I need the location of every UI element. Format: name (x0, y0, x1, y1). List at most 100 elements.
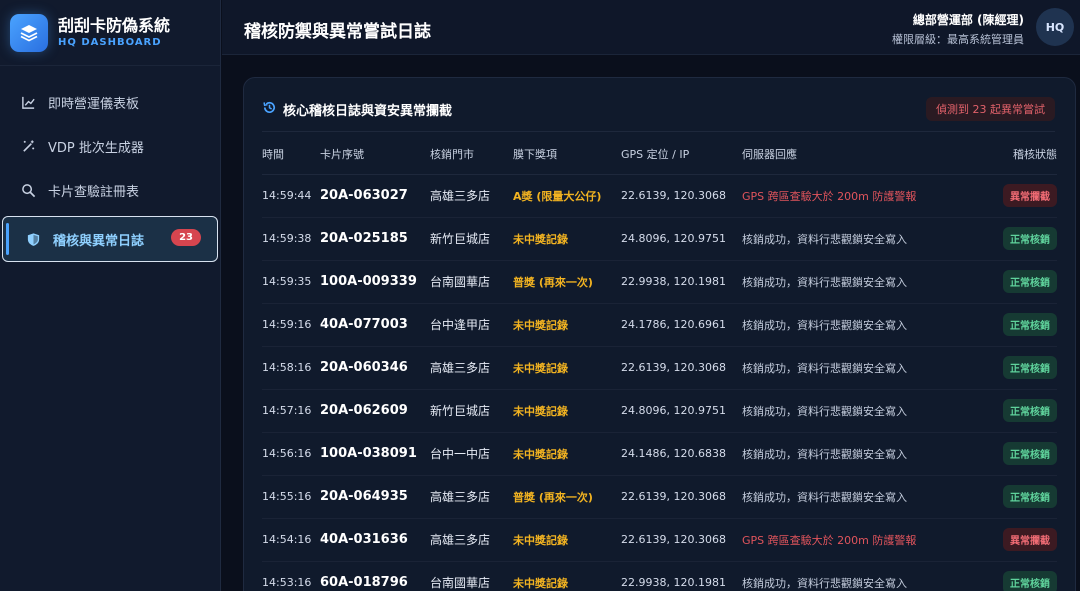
table-row[interactable]: 14:56:16 100A-038091 台中一中店 未中獎記錄 24.1486, 12… (262, 432, 1057, 476)
layers-icon (10, 13, 48, 52)
cell-serial: 40A-077003 (320, 303, 430, 347)
table-row[interactable]: 14:54:16 40A-031636 高雄三多店 未中獎記錄 22.6139, 120… (262, 518, 1057, 562)
table-row[interactable]: 14:58:16 20A-060346 高雄三多店 未中獎記錄 22.6139, 120… (262, 346, 1057, 390)
cell-time: 14:59:38 (262, 217, 320, 261)
column-header-serial[interactable]: 卡片序號 (320, 134, 430, 175)
cell-gps: 22.6139, 120.3068 (621, 518, 742, 562)
cell-store: 高雄三多店 (430, 518, 513, 562)
sidebar-nav: 即時營運儀表板 VDP 批次生成器 卡片查驗註冊表 稽核與異常日誌 23 (0, 66, 220, 262)
sidebar: 刮刮卡防偽系統 HQ DASHBOARD 即時營運儀表板 VDP 批次生成器 卡… (0, 0, 221, 591)
cell-gps: 24.1786, 120.6961 (621, 303, 742, 347)
cell-status: 正常核銷 (964, 260, 1057, 304)
table-row[interactable]: 14:55:16 20A-064935 高雄三多店 普獎 (再來一次) 22.6139,… (262, 475, 1057, 519)
sidebar-item-label: VDP 批次生成器 (48, 140, 144, 156)
table-row[interactable]: 14:59:16 40A-077003 台中逢甲店 未中獎記錄 24.1786, 120… (262, 303, 1057, 347)
table-row[interactable]: 14:53:16 60A-018796 台南國華店 未中獎記錄 22.9938, 120… (262, 561, 1057, 591)
cell-status: 異常攔截 (964, 174, 1057, 218)
page-title: 稽核防禦與異常嘗試日誌 (244, 22, 431, 42)
status-badge: 正常核銷 (1003, 313, 1057, 336)
column-header-store[interactable]: 核銷門市 (430, 134, 513, 175)
cell-prize: 普獎 (再來一次) (513, 475, 621, 519)
top-bar: 稽核防禦與異常嘗試日誌 總部營運部 (陳經理) 權限層級：最高系統管理員 HQ (222, 0, 1080, 55)
column-header-status[interactable]: 稽核狀態 (964, 134, 1057, 175)
cell-store: 高雄三多店 (430, 346, 513, 390)
cell-prize: 未中獎記錄 (513, 217, 621, 261)
cell-time: 14:59:35 (262, 260, 320, 304)
cell-prize: 未中獎記錄 (513, 346, 621, 390)
chart-line-icon (20, 94, 36, 110)
cell-time: 14:59:16 (262, 303, 320, 347)
cell-response: 核銷成功，資料行悲觀鎖安全寫入 (742, 303, 964, 347)
divider (262, 131, 1055, 132)
table-row[interactable]: 14:59:38 20A-025185 新竹巨城店 未中獎記錄 24.8096, 120… (262, 217, 1057, 261)
user-name: 總部營運部 (陳經理) (912, 13, 1024, 27)
cell-status: 正常核銷 (964, 389, 1057, 433)
column-header-gps[interactable]: GPS 定位 / IP (621, 134, 742, 175)
brand-subtitle: HQ DASHBOARD (58, 37, 162, 48)
anomaly-count-badge: 23 (171, 229, 201, 246)
cell-status: 正常核銷 (964, 561, 1057, 591)
column-header-response[interactable]: 伺服器回應 (742, 134, 964, 175)
cell-prize: 普獎 (再來一次) (513, 260, 621, 304)
brand-title: 刮刮卡防偽系統 (58, 16, 171, 35)
history-icon (262, 100, 277, 119)
cell-store: 高雄三多店 (430, 475, 513, 519)
cell-prize: 未中獎記錄 (513, 432, 621, 476)
cell-gps: 24.8096, 120.9751 (621, 389, 742, 433)
cell-gps: 22.9938, 120.1981 (621, 561, 742, 591)
table-row[interactable]: 14:57:16 20A-062609 新竹巨城店 未中獎記錄 24.8096, 120… (262, 389, 1057, 433)
cell-serial: 20A-062609 (320, 389, 430, 433)
user-info: 總部營運部 (陳經理) 權限層級：最高系統管理員 (892, 11, 1024, 47)
status-badge: 異常攔截 (1003, 184, 1057, 207)
cell-response: GPS 跨區查驗大於 200m 防護警報 (742, 174, 964, 218)
cell-serial: 100A-038091 (320, 432, 430, 476)
cell-gps: 22.6139, 120.3068 (621, 174, 742, 218)
cell-status: 正常核銷 (964, 303, 1057, 347)
cell-response: 核銷成功，資料行悲觀鎖安全寫入 (742, 561, 964, 591)
cell-prize: A獎 (限量大公仔) (513, 174, 621, 218)
cell-status: 正常核銷 (964, 432, 1057, 476)
cell-time: 14:54:16 (262, 518, 320, 562)
cell-store: 台南國華店 (430, 561, 513, 591)
cell-serial: 20A-060346 (320, 346, 430, 390)
cell-gps: 22.9938, 120.1981 (621, 260, 742, 304)
cell-gps: 24.1486, 120.6838 (621, 432, 742, 476)
cell-gps: 24.8096, 120.9751 (621, 217, 742, 261)
status-badge: 正常核銷 (1003, 399, 1057, 422)
cell-serial: 20A-064935 (320, 475, 430, 519)
cell-store: 新竹巨城店 (430, 389, 513, 433)
status-badge: 正常核銷 (1003, 270, 1057, 293)
cell-time: 14:53:16 (262, 561, 320, 591)
cell-response: GPS 跨區查驗大於 200m 防護警報 (742, 518, 964, 562)
sidebar-item-audit-log[interactable]: 稽核與異常日誌 23 (2, 216, 218, 262)
cell-response: 核銷成功，資料行悲觀鎖安全寫入 (742, 475, 964, 519)
cell-time: 14:59:44 (262, 174, 320, 218)
column-header-prize[interactable]: 膜下獎項 (513, 134, 621, 175)
cell-prize: 未中獎記錄 (513, 303, 621, 347)
cell-status: 正常核銷 (964, 475, 1057, 519)
search-icon (20, 182, 36, 198)
brand[interactable]: 刮刮卡防偽系統 HQ DASHBOARD (0, 0, 220, 66)
status-badge: 正常核銷 (1003, 442, 1057, 465)
cell-response: 核銷成功，資料行悲觀鎖安全寫入 (742, 217, 964, 261)
avatar[interactable]: HQ (1036, 8, 1074, 46)
status-badge: 正常核銷 (1003, 227, 1057, 250)
cell-status: 正常核銷 (964, 346, 1057, 390)
cell-response: 核銷成功，資料行悲觀鎖安全寫入 (742, 432, 964, 476)
sidebar-item-card-registry[interactable]: 卡片查驗註冊表 (0, 168, 220, 212)
audit-log-panel: 核心稽核日誌與資安異常攔截 偵測到 23 起異常嘗試 時間 卡片序號 核銷門市 … (243, 77, 1076, 591)
cell-prize: 未中獎記錄 (513, 561, 621, 591)
column-header-time[interactable]: 時間 (262, 134, 320, 175)
sidebar-item-vdp-generator[interactable]: VDP 批次生成器 (0, 124, 220, 168)
table-row[interactable]: 14:59:44 20A-063027 高雄三多店 A獎 (限量大公仔) 22.6139… (262, 174, 1057, 218)
shield-icon (25, 231, 41, 247)
cell-store: 台南國華店 (430, 260, 513, 304)
table-row[interactable]: 14:59:35 100A-009339 台南國華店 普獎 (再來一次) 22.9938… (262, 260, 1057, 304)
cell-prize: 未中獎記錄 (513, 389, 621, 433)
sidebar-item-label: 稽核與異常日誌 (53, 233, 145, 249)
sidebar-item-dashboard[interactable]: 即時營運儀表板 (0, 80, 220, 124)
cell-response: 核銷成功，資料行悲觀鎖安全寫入 (742, 346, 964, 390)
cell-serial: 40A-031636 (320, 518, 430, 562)
cell-response: 核銷成功，資料行悲觀鎖安全寫入 (742, 260, 964, 304)
status-badge: 異常攔截 (1003, 528, 1057, 551)
